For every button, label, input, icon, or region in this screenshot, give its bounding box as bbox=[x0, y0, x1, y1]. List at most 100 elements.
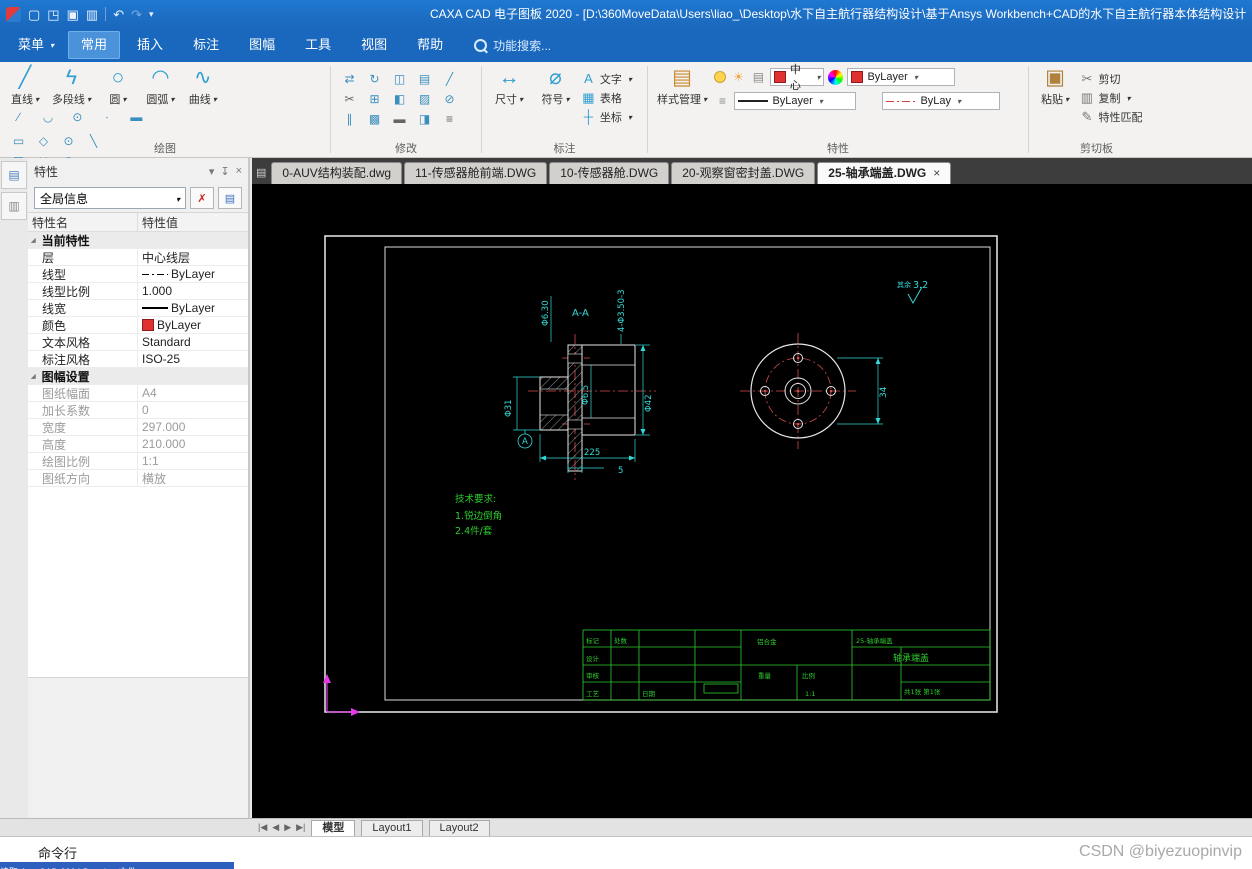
panel-tab-library[interactable]: ▥ bbox=[1, 192, 27, 220]
cut-button[interactable]: ✂ 剪切 bbox=[1079, 69, 1142, 88]
doc-tab-1[interactable]: 11-传感器舱前端.DWG bbox=[404, 162, 548, 184]
property-row-lineweight[interactable]: 线宽 ByLayer bbox=[28, 299, 248, 317]
section-current-properties[interactable]: 当前特性 bbox=[28, 232, 248, 249]
undo-icon[interactable]: ↶ bbox=[113, 8, 124, 21]
text-button[interactable]: A 文字 bbox=[581, 69, 632, 88]
tab-model[interactable]: 模型 bbox=[311, 819, 356, 836]
layer-on-icon[interactable] bbox=[714, 71, 727, 83]
mirror-icon[interactable]: ◫ bbox=[387, 69, 412, 89]
quick-toolbar-more-icon[interactable]: ▾ bbox=[149, 9, 154, 19]
property-row-scale[interactable]: 绘图比例 1:1 bbox=[28, 452, 248, 470]
parallel-icon[interactable]: ∥ bbox=[337, 109, 362, 129]
property-row-width[interactable]: 宽度 297.000 bbox=[28, 418, 248, 436]
menu-tab-common[interactable]: 常用 bbox=[68, 31, 121, 59]
doc-tab-3[interactable]: 20-观察窗密封盖.DWG bbox=[671, 162, 816, 184]
sheet-settings-button[interactable]: ▤ bbox=[218, 187, 242, 209]
prev-tab-icon[interactable]: ◀ bbox=[272, 822, 279, 833]
copy-button[interactable]: ▥ 复制 bbox=[1079, 88, 1142, 107]
sun-icon[interactable]: ☀ bbox=[730, 70, 746, 84]
draw-extra-icon[interactable]: ∕ bbox=[6, 107, 31, 127]
menu-tab-help[interactable]: 帮助 bbox=[404, 31, 456, 59]
property-row-orientation[interactable]: 图纸方向 横放 bbox=[28, 469, 248, 487]
stretch-icon[interactable]: ▬ bbox=[387, 109, 412, 129]
save-file-icon[interactable]: ▣ bbox=[67, 8, 79, 21]
property-row-linetype-scale[interactable]: 线型比例 1.000 bbox=[28, 282, 248, 300]
property-row-dim-style[interactable]: 标注风格 ISO-25 bbox=[28, 350, 248, 368]
curve-button[interactable]: ∿ 曲线 bbox=[184, 65, 222, 107]
array-icon[interactable]: ▤ bbox=[412, 69, 437, 89]
menu-button[interactable]: 菜单 bbox=[8, 28, 64, 62]
draw-extra-icon[interactable]: ⊙ bbox=[65, 107, 90, 127]
pin-icon[interactable]: ↧ bbox=[220, 165, 229, 178]
color-wheel-icon[interactable] bbox=[828, 69, 844, 85]
explode-icon[interactable]: ≡ bbox=[437, 109, 462, 129]
property-row-layer[interactable]: 层 中心线层 bbox=[28, 248, 248, 266]
clear-selection-button[interactable]: ✗ bbox=[190, 187, 214, 209]
drawing-canvas[interactable]: Φ6.30 A-A 4-Φ3.50-3 Φ42 Φ31 Φ6.5 225 5 A… bbox=[252, 184, 1252, 818]
break-icon[interactable]: ⊘ bbox=[437, 89, 462, 109]
last-tab-icon[interactable]: ▶| bbox=[296, 822, 305, 833]
menu-tab-sheet[interactable]: 图幅 bbox=[236, 31, 288, 59]
menu-tab-annotate[interactable]: 标注 bbox=[180, 31, 232, 59]
property-row-linetype[interactable]: 线型 ByLayer bbox=[28, 265, 248, 283]
symbol-button[interactable]: ⌀ 符号 bbox=[534, 65, 576, 107]
dimension-button[interactable]: ↔ 尺寸 bbox=[488, 65, 530, 107]
doc-tab-4[interactable]: 25-轴承端盖.DWG × bbox=[817, 162, 952, 184]
scope-selector[interactable]: 全局信息 bbox=[34, 187, 186, 209]
cut-tool-icon[interactable]: ✂ bbox=[337, 89, 362, 109]
close-icon[interactable]: × bbox=[236, 165, 242, 177]
coordinate-button[interactable]: ┼ 坐标 bbox=[581, 107, 632, 126]
tab-layout1[interactable]: Layout1 bbox=[361, 819, 423, 836]
plot-icon[interactable]: ▤ bbox=[750, 70, 766, 84]
lineweight-combo[interactable]: ByLayer bbox=[734, 92, 857, 110]
style-manager-button[interactable]: ▤ 样式管理 bbox=[654, 65, 710, 107]
close-tab-icon[interactable]: × bbox=[933, 163, 940, 184]
menu-tab-view[interactable]: 视图 bbox=[348, 31, 400, 59]
document-list-icon[interactable]: ▤ bbox=[256, 166, 266, 179]
table-button[interactable]: ▦ 表格 bbox=[581, 88, 632, 107]
command-bar[interactable]: 命令行 CSDN @biyezuopinvip 读取 AutoCAD 2004 … bbox=[0, 836, 1252, 869]
property-row-text-style[interactable]: 文本风格 Standard bbox=[28, 333, 248, 351]
polyline-button[interactable]: ϟ 多段线 bbox=[48, 65, 94, 107]
next-tab-icon[interactable]: ▶ bbox=[284, 822, 291, 833]
extend-icon[interactable]: ⊞ bbox=[362, 89, 387, 109]
offset-icon[interactable]: ◧ bbox=[387, 89, 412, 109]
property-row-color[interactable]: 颜色 ByLayer bbox=[28, 316, 248, 334]
paste-button[interactable]: ▣ 粘贴 bbox=[1035, 65, 1075, 107]
function-search[interactable]: 功能搜索... bbox=[474, 37, 551, 54]
first-tab-icon[interactable]: |◀ bbox=[258, 822, 267, 833]
draw-extra-icon[interactable]: ∙ bbox=[94, 107, 119, 127]
tab-layout2[interactable]: Layout2 bbox=[428, 819, 490, 836]
rotate-icon[interactable]: ↻ bbox=[362, 69, 387, 89]
trim-icon[interactable]: ╱ bbox=[437, 69, 462, 89]
arc-button[interactable]: ◠ 圆弧 bbox=[141, 65, 179, 107]
draw-extra-icon[interactable]: ▬ bbox=[124, 107, 149, 127]
lineweight-icon[interactable]: ≡ bbox=[714, 94, 730, 108]
section-sheet-settings[interactable]: 图幅设置 bbox=[28, 368, 248, 385]
new-file-icon[interactable]: ▢ bbox=[28, 8, 40, 21]
menu-tab-insert[interactable]: 插入 bbox=[124, 31, 176, 59]
line-button[interactable]: ╱ 直线 bbox=[6, 65, 44, 107]
property-row-paper-size[interactable]: 图纸幅面 A4 bbox=[28, 384, 248, 402]
doc-tab-2[interactable]: 10-传感器舱.DWG bbox=[549, 162, 670, 184]
layer-combo[interactable]: 中心 bbox=[770, 64, 825, 92]
redo-icon[interactable]: ↷ bbox=[131, 8, 142, 21]
circle-button[interactable]: ○ 圆 bbox=[99, 65, 137, 107]
open-file-icon[interactable]: ◳ bbox=[47, 8, 59, 21]
panel-menu-icon[interactable]: ▾ bbox=[209, 165, 215, 178]
scale-icon[interactable]: ▩ bbox=[362, 109, 387, 129]
linetype-combo[interactable]: ByLay bbox=[882, 92, 1001, 110]
chamfer-icon[interactable]: ◨ bbox=[412, 109, 437, 129]
property-row-height[interactable]: 高度 210.000 bbox=[28, 435, 248, 453]
color-combo[interactable]: ByLayer bbox=[847, 68, 956, 86]
draw-extra-icon[interactable]: ◡ bbox=[35, 107, 60, 127]
fillet-icon[interactable]: ▨ bbox=[412, 89, 437, 109]
swap-icon[interactable]: ⇄ bbox=[337, 69, 362, 89]
group-label-annotate: 标注 bbox=[553, 143, 576, 155]
doc-tab-0[interactable]: 0-AUV结构装配.dwg bbox=[271, 162, 403, 184]
print-icon[interactable]: ▥ bbox=[86, 8, 98, 21]
menu-tab-tools[interactable]: 工具 bbox=[292, 31, 344, 59]
match-properties-button[interactable]: ✎ 特性匹配 bbox=[1079, 107, 1143, 126]
panel-tab-properties[interactable]: ▤ bbox=[1, 161, 27, 189]
property-row-extend-factor[interactable]: 加长系数 0 bbox=[28, 401, 248, 419]
